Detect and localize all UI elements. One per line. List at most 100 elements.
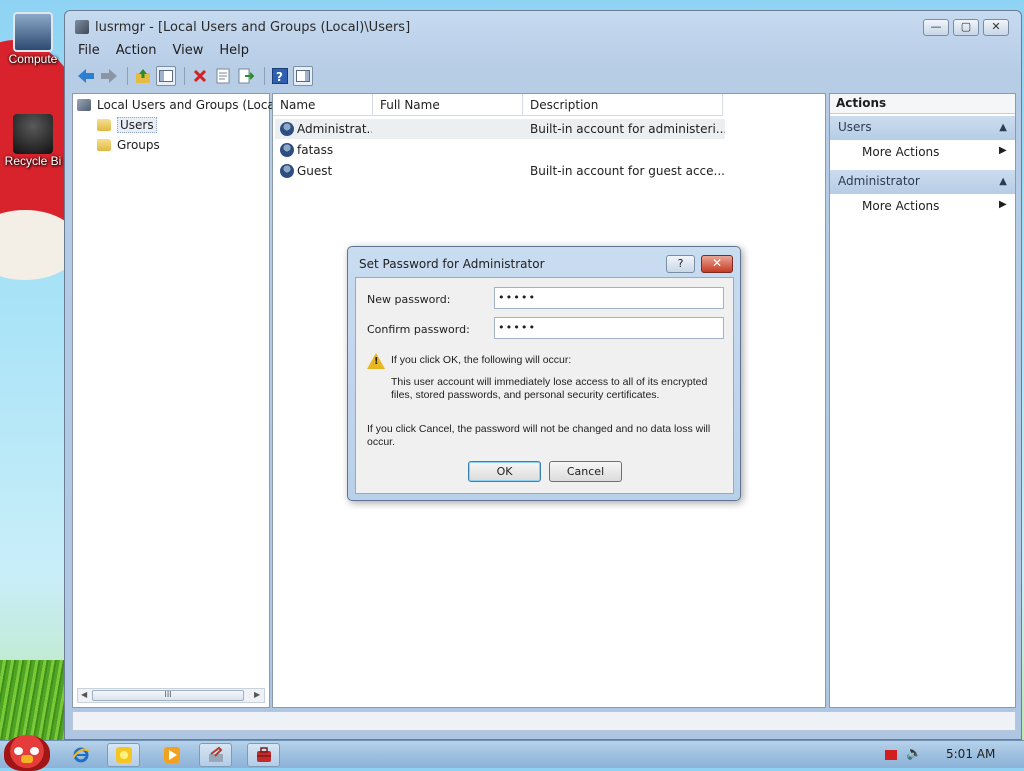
start-button[interactable] (4, 735, 50, 771)
delete-icon[interactable] (190, 66, 210, 86)
toolbox-icon (256, 747, 271, 762)
submenu-arrow-icon: ▶ (999, 199, 1007, 210)
warning-icon: ! (367, 353, 385, 369)
desktop-icon-computer[interactable]: Compute (0, 12, 66, 66)
column-header-description[interactable]: Description (523, 94, 723, 116)
start-orb-eye (14, 747, 23, 755)
more-actions-administrator-link[interactable]: More Actions ▶ (862, 199, 1007, 213)
tree-item-groups[interactable]: Groups (97, 136, 160, 154)
cancel-note: If you click Cancel, the password will n… (367, 423, 711, 448)
action-link-label: More Actions (862, 199, 940, 213)
dialog-close-button[interactable]: ✕ (701, 255, 733, 273)
internet-explorer-icon (71, 747, 90, 763)
back-arrow-icon[interactable] (76, 66, 96, 86)
desktop-icon-recycle-bin[interactable]: Recycle Bi (0, 114, 66, 168)
status-bar (72, 711, 1016, 731)
column-header-name[interactable]: Name (273, 94, 373, 116)
tree-item-root[interactable]: Local Users and Groups (Loca (77, 96, 275, 114)
toolbar-separator (127, 67, 128, 85)
set-password-dialog: Set Password for Administrator ? ✕ New p… (347, 246, 741, 501)
taskbar-ie-button[interactable] (64, 743, 97, 767)
action-link-label: More Actions (862, 145, 940, 159)
local-users-groups-icon (77, 99, 91, 111)
scrollbar-thumb[interactable]: III (92, 690, 244, 701)
export-list-icon[interactable] (236, 66, 256, 86)
taskbar-computer-management-button[interactable] (199, 743, 232, 767)
table-row[interactable]: fatass (275, 140, 725, 160)
tree-item-users[interactable]: Users (97, 116, 157, 134)
more-actions-users-link[interactable]: More Actions ▶ (862, 145, 1007, 159)
action-section-users[interactable]: Users ▲ (830, 116, 1015, 140)
taskbar-media-player-button[interactable] (155, 743, 188, 767)
show-hide-tree-icon[interactable] (156, 66, 176, 86)
title-bar[interactable]: lusrmgr - [Local Users and Groups (Local… (65, 11, 1021, 41)
svg-text:?: ? (276, 70, 283, 84)
new-password-field[interactable]: ••••• (494, 287, 724, 309)
new-password-label: New password: (367, 293, 451, 306)
show-hide-action-pane-icon[interactable] (293, 66, 313, 86)
action-section-administrator[interactable]: Administrator ▲ (830, 170, 1015, 194)
media-player-icon (163, 747, 180, 763)
app-icon (75, 20, 89, 34)
recycle-bin-icon (13, 114, 53, 154)
collapse-icon[interactable]: ▲ (999, 176, 1007, 187)
submenu-arrow-icon: ▶ (999, 145, 1007, 156)
tree-item-label: Local Users and Groups (Loca (97, 98, 275, 112)
toolbar-separator (184, 67, 185, 85)
help-icon[interactable]: ? (270, 66, 290, 86)
dialog-title: Set Password for Administrator (359, 257, 545, 271)
column-header-full-name[interactable]: Full Name (373, 94, 523, 116)
explorer-icon (115, 747, 132, 763)
cell-description: Built-in account for administeri... (530, 122, 725, 136)
taskbar-explorer-button[interactable] (107, 743, 140, 767)
forward-arrow-icon[interactable] (99, 66, 119, 86)
cell-description: Built-in account for guest acce... (530, 164, 725, 178)
user-icon (280, 164, 294, 178)
toolbar-separator (264, 67, 265, 85)
computer-icon (13, 12, 53, 52)
taskbar-clock[interactable]: 5:01 AM (946, 747, 995, 761)
scroll-right-arrow-icon[interactable]: ▶ (254, 690, 260, 699)
warning-heading: If you click OK, the following will occu… (391, 354, 572, 366)
menu-action[interactable]: Action (108, 41, 165, 61)
action-section-label: Users (838, 120, 872, 134)
user-icon (280, 122, 294, 136)
maximize-button[interactable]: ▢ (953, 19, 979, 36)
start-orb-beak (21, 755, 33, 763)
action-section-label: Administrator (838, 174, 920, 188)
speaker-icon[interactable]: 🔈 (906, 746, 922, 761)
warning-body: This user account will immediately lose … (391, 376, 708, 401)
start-orb-eye (30, 747, 39, 755)
table-row[interactable]: Administrat... Built-in account for admi… (275, 119, 725, 139)
menu-bar: File Action View Help (70, 41, 1016, 61)
desktop-icon-label: Compute (8, 52, 58, 66)
user-icon (280, 143, 294, 157)
folder-icon (97, 139, 111, 151)
scroll-left-arrow-icon[interactable]: ◀ (81, 690, 87, 699)
folder-icon (97, 119, 111, 131)
dialog-body: New password: ••••• Confirm password: ••… (355, 277, 734, 494)
taskbar-toolbox-button[interactable] (247, 743, 280, 767)
console-tree-pane: Local Users and Groups (Loca Users Group… (72, 93, 275, 708)
tray-flag-icon[interactable] (885, 750, 897, 760)
close-button[interactable]: ✕ (983, 19, 1009, 36)
minimize-button[interactable]: — (923, 19, 949, 36)
cell-name: fatass (297, 143, 334, 157)
menu-view[interactable]: View (164, 41, 211, 61)
tree-horizontal-scrollbar[interactable]: ◀ III ▶ (77, 688, 265, 703)
properties-icon[interactable] (213, 66, 233, 86)
ok-button[interactable]: OK (468, 461, 541, 482)
actions-title: Actions (830, 94, 1015, 114)
collapse-icon[interactable]: ▲ (999, 122, 1007, 133)
tree-item-label: Users (117, 117, 157, 133)
dialog-help-button[interactable]: ? (666, 255, 695, 273)
cell-name: Administrat... (297, 122, 372, 136)
table-row[interactable]: Guest Built-in account for guest acce... (275, 161, 725, 181)
cancel-button[interactable]: Cancel (549, 461, 622, 482)
confirm-password-label: Confirm password: (367, 323, 470, 336)
menu-file[interactable]: File (70, 41, 108, 61)
menu-help[interactable]: Help (211, 41, 257, 61)
confirm-password-field[interactable]: ••••• (494, 317, 724, 339)
up-folder-icon[interactable] (133, 66, 153, 86)
window-title: lusrmgr - [Local Users and Groups (Local… (95, 20, 411, 35)
